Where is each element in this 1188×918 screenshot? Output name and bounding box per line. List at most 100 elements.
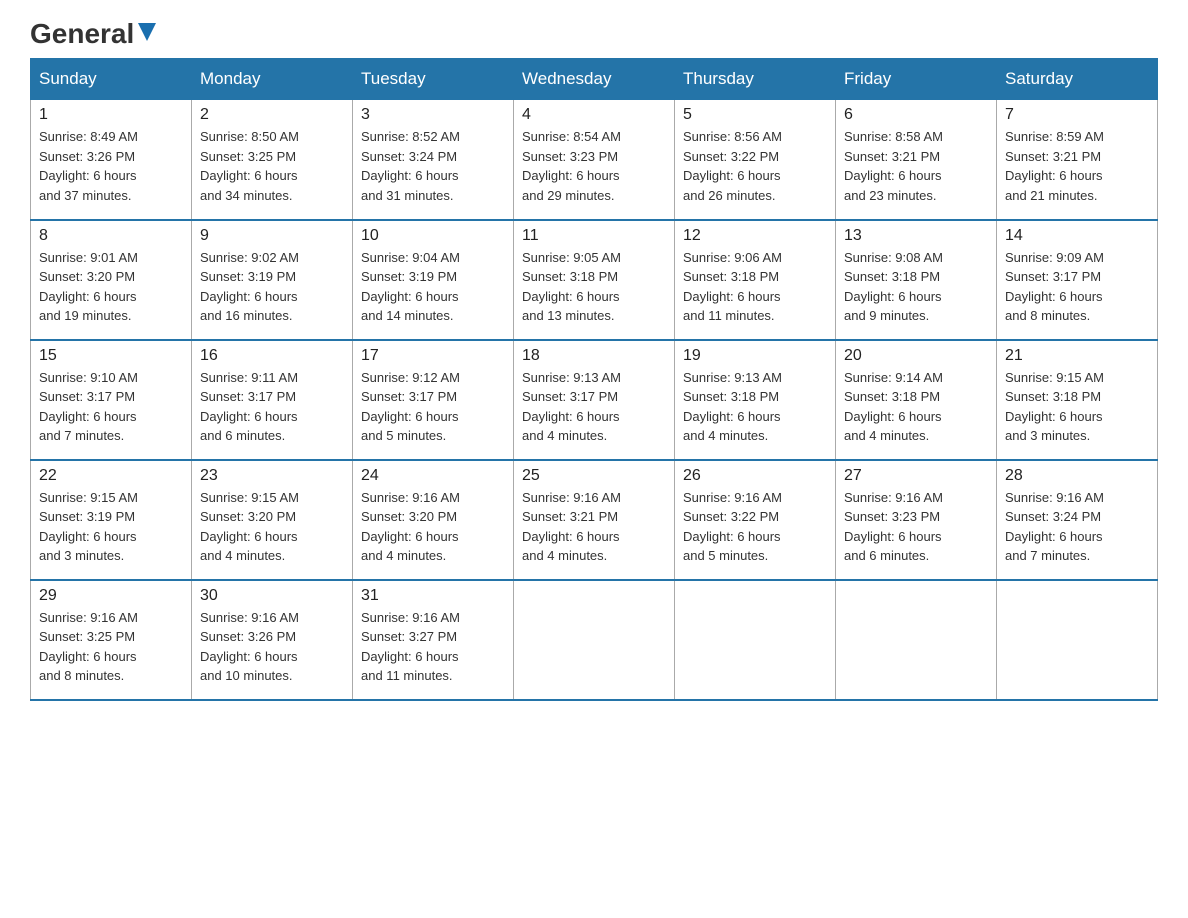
day-number: 1 — [39, 106, 183, 124]
day-info: Sunrise: 9:14 AM Sunset: 3:18 PM Dayligh… — [844, 368, 988, 446]
day-info: Sunrise: 9:01 AM Sunset: 3:20 PM Dayligh… — [39, 248, 183, 326]
day-number: 16 — [200, 347, 344, 365]
calendar-cell: 5 Sunrise: 8:56 AM Sunset: 3:22 PM Daylig… — [675, 100, 836, 220]
calendar-cell: 9 Sunrise: 9:02 AM Sunset: 3:19 PM Daylig… — [192, 220, 353, 340]
day-info: Sunrise: 9:15 AM Sunset: 3:20 PM Dayligh… — [200, 488, 344, 566]
day-info: Sunrise: 9:16 AM Sunset: 3:26 PM Dayligh… — [200, 608, 344, 686]
day-number: 13 — [844, 227, 988, 245]
day-number: 4 — [522, 106, 666, 124]
day-number: 20 — [844, 347, 988, 365]
day-info: Sunrise: 9:16 AM Sunset: 3:25 PM Dayligh… — [39, 608, 183, 686]
calendar-cell: 15 Sunrise: 9:10 AM Sunset: 3:17 PM Dayli… — [31, 340, 192, 460]
day-header-wednesday: Wednesday — [514, 59, 675, 100]
day-info: Sunrise: 9:16 AM Sunset: 3:27 PM Dayligh… — [361, 608, 505, 686]
day-number: 24 — [361, 467, 505, 485]
day-number: 5 — [683, 106, 827, 124]
day-header-row: SundayMondayTuesdayWednesdayThursdayFrid… — [31, 59, 1158, 100]
day-number: 11 — [522, 227, 666, 245]
day-number: 27 — [844, 467, 988, 485]
day-number: 22 — [39, 467, 183, 485]
day-info: Sunrise: 9:13 AM Sunset: 3:17 PM Dayligh… — [522, 368, 666, 446]
calendar-cell — [514, 580, 675, 700]
day-number: 8 — [39, 227, 183, 245]
day-number: 28 — [1005, 467, 1149, 485]
page-header: General — [30, 20, 1158, 48]
calendar-header: SundayMondayTuesdayWednesdayThursdayFrid… — [31, 59, 1158, 100]
day-number: 21 — [1005, 347, 1149, 365]
calendar-cell: 16 Sunrise: 9:11 AM Sunset: 3:17 PM Dayli… — [192, 340, 353, 460]
calendar-cell: 23 Sunrise: 9:15 AM Sunset: 3:20 PM Dayli… — [192, 460, 353, 580]
day-info: Sunrise: 9:16 AM Sunset: 3:21 PM Dayligh… — [522, 488, 666, 566]
day-number: 30 — [200, 587, 344, 605]
day-info: Sunrise: 8:52 AM Sunset: 3:24 PM Dayligh… — [361, 127, 505, 205]
calendar-cell: 8 Sunrise: 9:01 AM Sunset: 3:20 PM Daylig… — [31, 220, 192, 340]
day-number: 9 — [200, 227, 344, 245]
calendar-cell: 31Sunrise: 9:16 AM Sunset: 3:27 PM Dayli… — [353, 580, 514, 700]
day-info: Sunrise: 9:15 AM Sunset: 3:19 PM Dayligh… — [39, 488, 183, 566]
calendar-cell — [997, 580, 1158, 700]
day-info: Sunrise: 9:06 AM Sunset: 3:18 PM Dayligh… — [683, 248, 827, 326]
day-info: Sunrise: 9:12 AM Sunset: 3:17 PM Dayligh… — [361, 368, 505, 446]
day-info: Sunrise: 9:16 AM Sunset: 3:23 PM Dayligh… — [844, 488, 988, 566]
calendar-cell: 30 Sunrise: 9:16 AM Sunset: 3:26 PM Dayli… — [192, 580, 353, 700]
calendar-cell: 25 Sunrise: 9:16 AM Sunset: 3:21 PM Dayli… — [514, 460, 675, 580]
calendar-cell: 4 Sunrise: 8:54 AM Sunset: 3:23 PM Daylig… — [514, 100, 675, 220]
calendar-cell: 20 Sunrise: 9:14 AM Sunset: 3:18 PM Dayli… — [836, 340, 997, 460]
day-number: 7 — [1005, 106, 1149, 124]
day-info: Sunrise: 9:02 AM Sunset: 3:19 PM Dayligh… — [200, 248, 344, 326]
day-number: 29 — [39, 587, 183, 605]
calendar-cell: 27 Sunrise: 9:16 AM Sunset: 3:23 PM Dayli… — [836, 460, 997, 580]
calendar-cell: 12 Sunrise: 9:06 AM Sunset: 3:18 PM Dayli… — [675, 220, 836, 340]
day-info: Sunrise: 8:56 AM Sunset: 3:22 PM Dayligh… — [683, 127, 827, 205]
day-number: 12 — [683, 227, 827, 245]
day-header-friday: Friday — [836, 59, 997, 100]
day-header-tuesday: Tuesday — [353, 59, 514, 100]
calendar-table: SundayMondayTuesdayWednesdayThursdayFrid… — [30, 58, 1158, 701]
day-number: 23 — [200, 467, 344, 485]
logo-text-general: General — [30, 20, 134, 48]
day-info: Sunrise: 8:54 AM Sunset: 3:23 PM Dayligh… — [522, 127, 666, 205]
day-number: 18 — [522, 347, 666, 365]
day-number: 15 — [39, 347, 183, 365]
calendar-week-1: 1 Sunrise: 8:49 AM Sunset: 3:26 PM Daylig… — [31, 100, 1158, 220]
calendar-cell: 17Sunrise: 9:12 AM Sunset: 3:17 PM Dayli… — [353, 340, 514, 460]
day-header-sunday: Sunday — [31, 59, 192, 100]
day-header-monday: Monday — [192, 59, 353, 100]
calendar-cell: 14Sunrise: 9:09 AM Sunset: 3:17 PM Dayli… — [997, 220, 1158, 340]
calendar-cell: 19Sunrise: 9:13 AM Sunset: 3:18 PM Dayli… — [675, 340, 836, 460]
calendar-cell: 7 Sunrise: 8:59 AM Sunset: 3:21 PM Daylig… — [997, 100, 1158, 220]
day-info: Sunrise: 9:16 AM Sunset: 3:24 PM Dayligh… — [1005, 488, 1149, 566]
day-number: 25 — [522, 467, 666, 485]
calendar-cell: 2 Sunrise: 8:50 AM Sunset: 3:25 PM Daylig… — [192, 100, 353, 220]
calendar-cell: 26Sunrise: 9:16 AM Sunset: 3:22 PM Dayli… — [675, 460, 836, 580]
calendar-body: 1 Sunrise: 8:49 AM Sunset: 3:26 PM Daylig… — [31, 100, 1158, 700]
calendar-cell — [836, 580, 997, 700]
day-number: 2 — [200, 106, 344, 124]
calendar-cell: 3Sunrise: 8:52 AM Sunset: 3:24 PM Daylig… — [353, 100, 514, 220]
calendar-week-5: 29 Sunrise: 9:16 AM Sunset: 3:25 PM Dayli… — [31, 580, 1158, 700]
day-info: Sunrise: 9:11 AM Sunset: 3:17 PM Dayligh… — [200, 368, 344, 446]
calendar-cell: 21Sunrise: 9:15 AM Sunset: 3:18 PM Dayli… — [997, 340, 1158, 460]
calendar-cell: 22 Sunrise: 9:15 AM Sunset: 3:19 PM Dayli… — [31, 460, 192, 580]
calendar-cell: 1 Sunrise: 8:49 AM Sunset: 3:26 PM Daylig… — [31, 100, 192, 220]
day-info: Sunrise: 8:49 AM Sunset: 3:26 PM Dayligh… — [39, 127, 183, 205]
day-info: Sunrise: 9:10 AM Sunset: 3:17 PM Dayligh… — [39, 368, 183, 446]
calendar-week-2: 8 Sunrise: 9:01 AM Sunset: 3:20 PM Daylig… — [31, 220, 1158, 340]
calendar-cell — [675, 580, 836, 700]
day-number: 19 — [683, 347, 827, 365]
day-info: Sunrise: 8:59 AM Sunset: 3:21 PM Dayligh… — [1005, 127, 1149, 205]
calendar-cell: 11Sunrise: 9:05 AM Sunset: 3:18 PM Dayli… — [514, 220, 675, 340]
day-info: Sunrise: 8:50 AM Sunset: 3:25 PM Dayligh… — [200, 127, 344, 205]
calendar-cell: 18 Sunrise: 9:13 AM Sunset: 3:17 PM Dayli… — [514, 340, 675, 460]
calendar-cell: 13 Sunrise: 9:08 AM Sunset: 3:18 PM Dayli… — [836, 220, 997, 340]
day-info: Sunrise: 9:16 AM Sunset: 3:22 PM Dayligh… — [683, 488, 827, 566]
day-number: 6 — [844, 106, 988, 124]
day-header-thursday: Thursday — [675, 59, 836, 100]
calendar-cell: 24Sunrise: 9:16 AM Sunset: 3:20 PM Dayli… — [353, 460, 514, 580]
calendar-cell: 29 Sunrise: 9:16 AM Sunset: 3:25 PM Dayli… — [31, 580, 192, 700]
logo-arrow-icon — [136, 21, 158, 43]
day-info: Sunrise: 9:08 AM Sunset: 3:18 PM Dayligh… — [844, 248, 988, 326]
logo: General — [30, 20, 158, 48]
calendar-cell: 10Sunrise: 9:04 AM Sunset: 3:19 PM Dayli… — [353, 220, 514, 340]
day-number: 10 — [361, 227, 505, 245]
